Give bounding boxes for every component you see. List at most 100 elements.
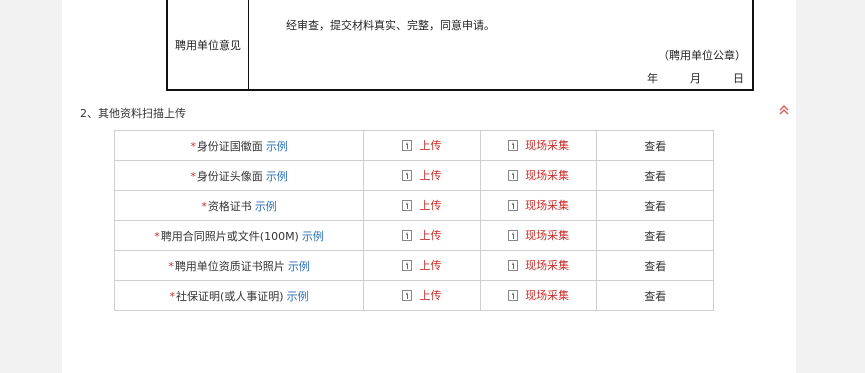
date-year-label: 年 (647, 72, 658, 85)
document-name: 社保证明(或人事证明) (176, 289, 284, 303)
upload-button[interactable]: 上传 (402, 227, 441, 243)
required-mark: * (201, 199, 207, 213)
required-mark: * (169, 289, 176, 303)
upload-label: 上传 (419, 259, 442, 273)
opinion-label: 聘用单位意见 (168, 0, 249, 89)
upload-icon (508, 289, 519, 301)
document-name-cell: *资格证书 示例 (113, 190, 365, 221)
view-cell: 查看 (596, 220, 714, 251)
capture-button[interactable]: 现场采集 (508, 197, 569, 213)
upload-cell: 上传 (363, 160, 481, 191)
upload-cell: 上传 (363, 220, 481, 251)
example-link[interactable]: 示例 (288, 260, 310, 273)
upload-icon (508, 199, 519, 211)
document-name: 资格证书 (207, 199, 252, 213)
upload-button[interactable]: 上传 (402, 137, 441, 153)
view-cell: 查看 (596, 250, 714, 281)
capture-button[interactable]: 现场采集 (508, 257, 569, 273)
upload-icon (508, 169, 519, 181)
required-mark: * (190, 139, 196, 153)
upload-label: 上传 (419, 289, 442, 303)
view-cell: 查看 (596, 190, 714, 221)
upload-row: *社保证明(或人事证明) 示例 上传 现场采集 查看 (113, 280, 714, 311)
upload-cell: 上传 (363, 190, 481, 221)
upload-button[interactable]: 上传 (402, 167, 441, 183)
required-mark: * (190, 169, 196, 183)
capture-button[interactable]: 现场采集 (508, 137, 569, 153)
upload-label: 上传 (419, 139, 442, 153)
capture-label: 现场采集 (525, 169, 570, 183)
opinion-seal: （聘用单位公章） (658, 49, 746, 62)
view-cell: 查看 (596, 280, 714, 311)
capture-cell: 现场采集 (479, 130, 598, 161)
upload-row: *身份证国徽面 示例 上传 现场采集 查看 (113, 130, 714, 161)
opinion-date: 年 月 日 (647, 70, 744, 86)
document-name: 聘用单位资质证书照片 (174, 259, 285, 273)
example-link[interactable]: 示例 (302, 230, 324, 243)
capture-label: 现场采集 (525, 259, 570, 273)
upload-icon (402, 289, 413, 301)
capture-label: 现场采集 (525, 139, 570, 153)
upload-icon (402, 259, 413, 271)
form-page: 聘用单位意见 经审查，提交材料真实、完整，同意申请。 （聘用单位公章） 年 月 … (62, 0, 796, 373)
upload-label: 上传 (419, 169, 442, 183)
upload-icon (508, 259, 519, 271)
upload-icon (508, 229, 519, 241)
view-button[interactable]: 查看 (644, 290, 666, 303)
upload-button[interactable]: 上传 (402, 257, 441, 273)
date-day-label: 日 (733, 72, 744, 85)
upload-button[interactable]: 上传 (402, 287, 441, 303)
upload-row: *身份证头像面 示例 上传 现场采集 查看 (113, 160, 714, 191)
upload-label: 上传 (419, 229, 442, 243)
capture-cell: 现场采集 (479, 220, 598, 251)
capture-cell: 现场采集 (479, 190, 598, 221)
document-name-cell: *身份证国徽面 示例 (113, 130, 365, 161)
example-link[interactable]: 示例 (266, 140, 288, 153)
document-name: 聘用合同照片或文件(100M) (160, 229, 299, 243)
upload-table: *身份证国徽面 示例 上传 现场采集 查看 *身份证头像面 示例 上传 现场采集 查看 *资格证书示… (113, 130, 714, 311)
capture-button[interactable]: 现场采集 (508, 287, 569, 303)
view-cell: 查看 (596, 160, 714, 191)
capture-cell: 现场采集 (479, 250, 598, 281)
document-name-cell: *聘用单位资质证书照片 示例 (113, 250, 365, 281)
capture-label: 现场采集 (525, 229, 570, 243)
upload-icon (508, 139, 519, 151)
upload-cell: 上传 (363, 250, 481, 281)
required-mark: * (168, 259, 174, 273)
upload-icon (402, 169, 413, 181)
view-button[interactable]: 查看 (644, 230, 666, 243)
upload-row: *资格证书 示例 上传 现场采集 查看 (113, 190, 714, 221)
view-button[interactable]: 查看 (644, 170, 666, 183)
document-name-cell: *社保证明(或人事证明) 示例 (113, 280, 365, 311)
opinion-text: 经审查，提交材料真实、完整，同意申请。 (286, 19, 495, 32)
example-link[interactable]: 示例 (255, 200, 277, 213)
collapse-chevron-icon[interactable] (778, 104, 790, 118)
upload-icon (402, 139, 413, 151)
upload-icon (402, 199, 413, 211)
upload-icon (402, 229, 413, 241)
example-link[interactable]: 示例 (266, 170, 288, 183)
upload-label: 上传 (419, 199, 442, 213)
example-link[interactable]: 示例 (287, 290, 309, 303)
capture-button[interactable]: 现场采集 (508, 227, 569, 243)
view-cell: 查看 (596, 130, 714, 161)
upload-button[interactable]: 上传 (402, 197, 441, 213)
document-name: 身份证国徽面 (196, 139, 263, 153)
document-name-cell: *身份证头像面 示例 (113, 160, 365, 191)
document-name-cell: *聘用合同照片或文件(100M) 示例 (113, 220, 365, 251)
view-button[interactable]: 查看 (644, 200, 666, 213)
capture-cell: 现场采集 (479, 160, 598, 191)
capture-label: 现场采集 (525, 289, 570, 303)
capture-cell: 现场采集 (479, 280, 598, 311)
view-button[interactable]: 查看 (644, 140, 666, 153)
view-button[interactable]: 查看 (644, 260, 666, 273)
upload-cell: 上传 (363, 280, 481, 311)
required-mark: * (154, 229, 160, 243)
upload-row: *聘用单位资质证书照片 示例 上传 现场采集 查看 (113, 250, 714, 281)
date-month-label: 月 (690, 72, 701, 85)
employer-opinion-box: 聘用单位意见 经审查，提交材料真实、完整，同意申请。 （聘用单位公章） 年 月 … (166, 0, 754, 91)
upload-cell: 上传 (363, 130, 481, 161)
capture-button[interactable]: 现场采集 (508, 167, 569, 183)
upload-row: *聘用合同照片或文件(100M) 示例 上传 现场采集 查看 (113, 220, 714, 251)
document-name: 身份证头像面 (196, 169, 263, 183)
